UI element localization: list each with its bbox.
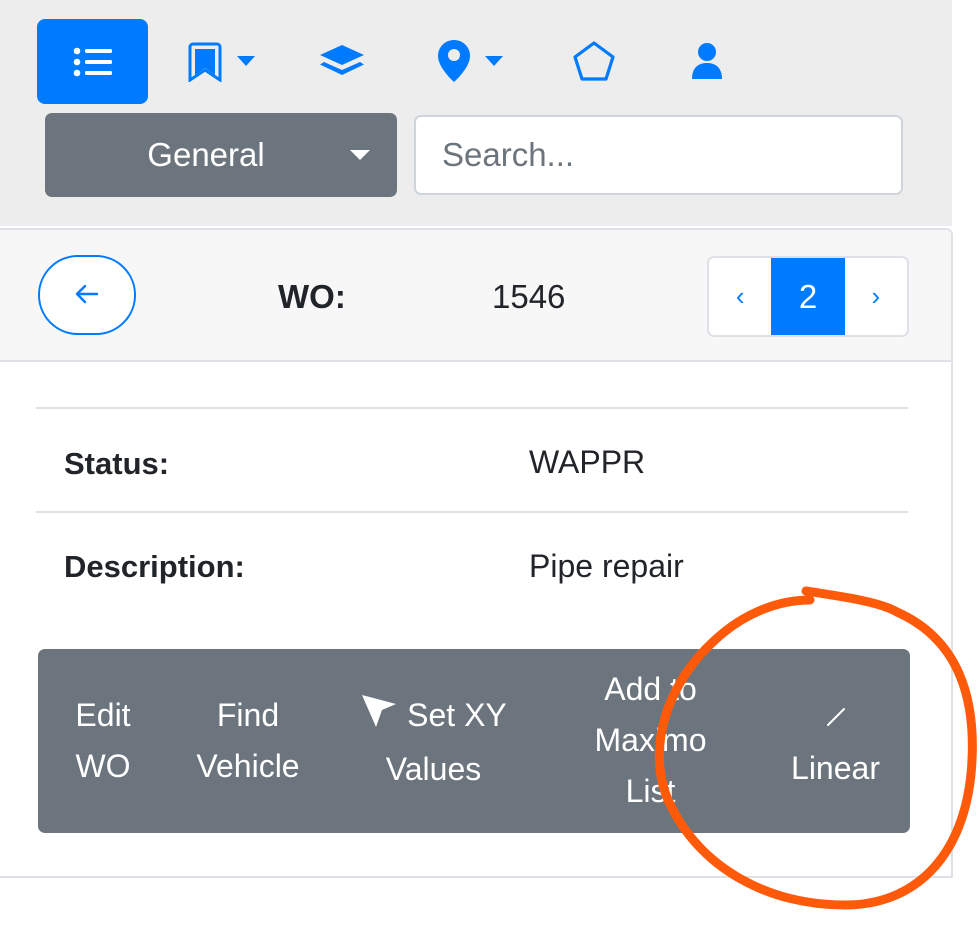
bookmark-icon — [185, 40, 225, 82]
line-slash-icon — [825, 692, 847, 743]
card-header: WO: 1546 ‹ 2 › — [0, 230, 951, 362]
draw-polygon-button[interactable] — [564, 26, 624, 96]
description-label: Description: — [64, 549, 245, 584]
find-vehicle-label-line2: Vehicle — [196, 748, 300, 784]
pagination-next[interactable]: › — [845, 258, 907, 335]
add-to-maximo-list-button[interactable]: Add to Maximo List — [578, 664, 723, 817]
action-bar: Edit WO Find Vehicle Set XY Values Add t… — [38, 649, 910, 833]
find-vehicle-label-line1: Find — [216, 697, 280, 733]
pagination-prev[interactable]: ‹ — [709, 258, 771, 335]
search-input[interactable] — [414, 115, 903, 195]
set-xy-label-line2: Values — [385, 751, 482, 788]
map-marker-icon — [437, 39, 471, 83]
polygon-icon — [572, 40, 616, 82]
edit-wo-label-line2: WO — [75, 748, 131, 784]
chevron-down-icon — [485, 56, 503, 66]
cursor-arrow-icon — [360, 691, 398, 744]
status-label: Status: — [64, 446, 170, 481]
find-vehicle-button[interactable]: Find Vehicle — [188, 690, 308, 792]
edit-wo-button[interactable]: Edit WO — [58, 690, 148, 792]
scrollbar-track[interactable] — [952, 0, 980, 939]
user-button[interactable] — [678, 26, 736, 96]
linear-label: Linear — [791, 750, 880, 787]
row-divider — [36, 407, 908, 409]
arrow-left-icon — [75, 284, 99, 307]
location-dropdown-button[interactable] — [428, 26, 512, 96]
work-order-label: WO: — [278, 278, 346, 315]
user-icon — [690, 42, 724, 80]
row-divider — [36, 511, 908, 513]
set-xy-values-button[interactable]: Set XY Values — [356, 690, 511, 795]
layers-icon — [318, 43, 366, 79]
section-divider — [0, 876, 952, 878]
back-button[interactable] — [38, 255, 136, 335]
add-maximo-label-line2: Maximo — [594, 722, 707, 758]
list-icon — [73, 47, 113, 77]
add-maximo-label-line3: List — [625, 773, 676, 809]
layer-group-select[interactable]: General — [45, 113, 397, 197]
list-view-button[interactable] — [37, 19, 148, 104]
edit-wo-label-line1: Edit — [75, 697, 131, 733]
set-xy-label-line1: Set XY — [407, 697, 507, 733]
add-maximo-label-line1: Add to — [604, 671, 697, 707]
pagination: ‹ 2 › — [707, 256, 909, 337]
bookmarks-dropdown-button[interactable] — [178, 26, 262, 96]
pagination-current-page[interactable]: 2 — [771, 258, 845, 335]
work-order-number: 1546 — [492, 278, 566, 315]
layers-button[interactable] — [313, 26, 371, 96]
chevron-down-icon — [237, 56, 255, 66]
status-value: WAPPR — [529, 444, 646, 480]
caret-down-icon — [350, 150, 370, 160]
layer-group-select-value: General — [147, 136, 265, 173]
description-value: Pipe repair — [529, 548, 684, 584]
top-toolbar: General — [0, 0, 952, 226]
linear-button[interactable]: Linear — [778, 690, 893, 794]
